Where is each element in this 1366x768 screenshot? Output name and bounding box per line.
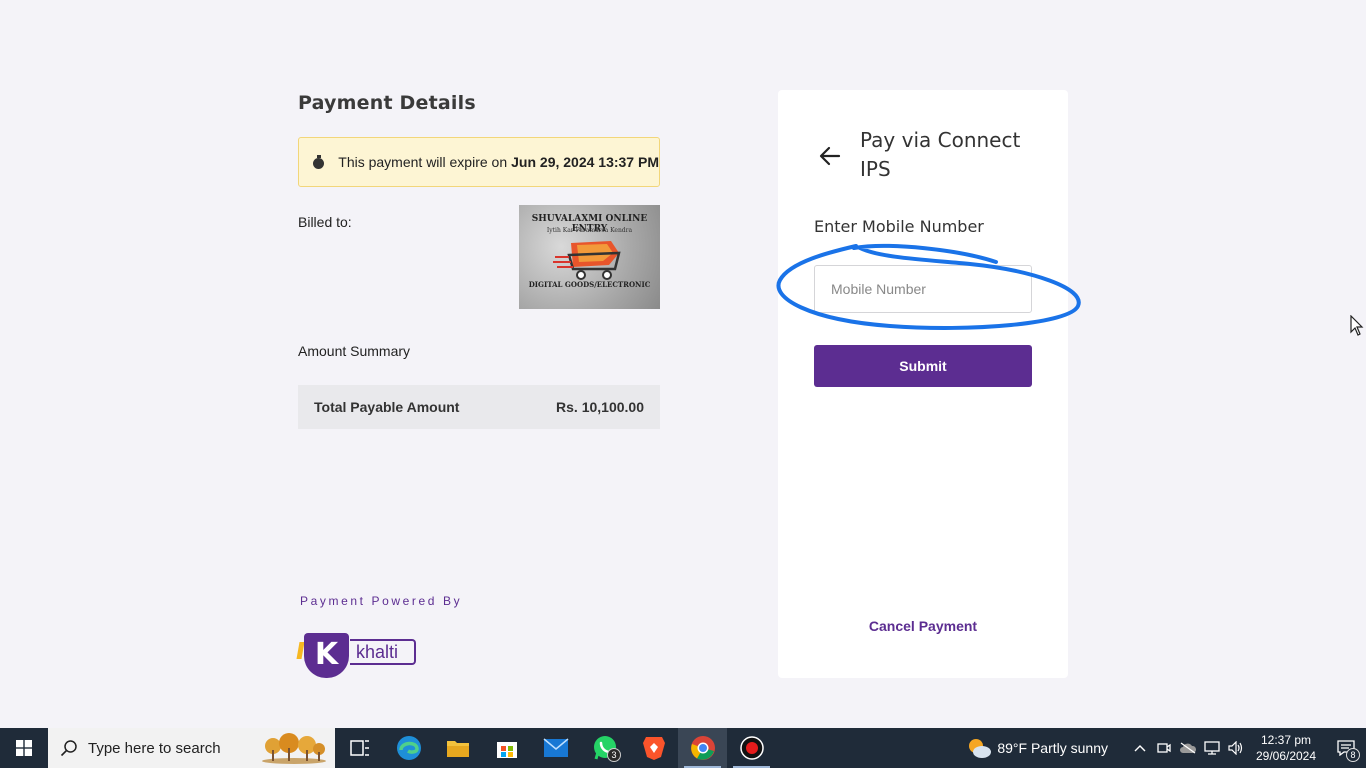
payment-page: Payment Details This payment will expire… [0,0,1366,728]
system-tray: 89°F Partly sunny 12:37 pm 29/06/2024 8 [967,728,1366,768]
record-icon [739,736,764,760]
mail-button[interactable] [531,728,580,768]
card-title: Pay via Connect IPS [860,128,1021,181]
taskbar-search[interactable]: Type here to search [48,728,335,768]
total-label: Total Payable Amount [314,399,460,415]
brave-icon [642,737,665,760]
start-button[interactable] [0,728,48,768]
clock-time: 12:37 pm [1260,733,1312,747]
show-hidden-icons-button[interactable] [1128,728,1152,768]
back-arrow-icon[interactable] [818,144,842,168]
total-value: Rs. 10,100.00 [556,399,644,415]
windows-icon [16,740,32,756]
weather-widget[interactable]: 89°F Partly sunny [967,737,1108,759]
camera-icon [1157,743,1171,753]
task-view-button[interactable] [335,728,384,768]
task-view-icon [349,740,369,756]
chevron-up-icon [1134,745,1146,752]
page-title: Payment Details [298,92,476,114]
total-payable-row: Total Payable Amount Rs. 10,100.00 [298,385,660,429]
taskbar: Type here to search 3 89°F Partly sunny … [0,728,1366,768]
notification-center-button[interactable]: 8 [1326,728,1366,768]
search-icon [60,740,77,757]
onedrive-button[interactable] [1176,728,1200,768]
chrome-icon [690,736,715,760]
khalti-wordmark: khalti [350,639,416,665]
submit-button[interactable]: Submit [814,345,1032,387]
notification-count: 8 [1346,748,1360,762]
billed-to-label: Billed to: [298,214,352,230]
volume-button[interactable] [1224,728,1248,768]
network-button[interactable] [1200,728,1224,768]
khalti-mark: K [304,633,349,678]
brave-button[interactable] [629,728,678,768]
stopwatch-icon [313,155,325,169]
connect-ips-card: Pay via Connect IPS Enter Mobile Number … [778,90,1068,678]
autumn-trees-icon [262,733,326,764]
folder-icon [446,741,469,757]
khalti-logo: K khalti [296,632,418,680]
network-icon [1204,741,1220,755]
mobile-number-label: Enter Mobile Number [814,217,984,236]
expiry-date: Jun 29, 2024 13:37 PM [511,154,659,170]
partly-sunny-icon [969,739,992,758]
edge-button[interactable] [384,728,433,768]
weather-text: 89°F Partly sunny [997,740,1108,756]
mouse-cursor-icon [1350,315,1364,336]
meet-now-button[interactable] [1152,728,1176,768]
mail-icon [543,738,568,757]
whatsapp-badge: 3 [607,748,621,762]
recorder-button[interactable] [727,728,776,768]
powered-by-label: Payment Powered By [300,594,463,608]
file-explorer-button[interactable] [433,728,482,768]
mobile-number-input[interactable] [814,265,1032,313]
store-icon [496,742,517,758]
merchant-logo-line3: DIGITAL GOODS/ELECTRONIC [528,280,651,289]
store-button[interactable] [482,728,531,768]
cancel-payment-link[interactable]: Cancel Payment [778,618,1068,634]
amount-summary-label: Amount Summary [298,343,411,359]
chrome-button[interactable] [678,728,727,768]
cloud-offline-icon [1180,742,1197,754]
cart-icon [553,241,621,280]
merchant-logo: SHUVALAXMI ONLINE ENTRY Iytih Kar Parama… [519,205,660,309]
expiry-text: This payment will expire on [338,154,508,170]
volume-icon [1228,741,1243,755]
clock[interactable]: 12:37 pm 29/06/2024 [1254,732,1318,764]
clock-date: 29/06/2024 [1255,749,1317,763]
edge-icon [396,736,421,760]
whatsapp-button[interactable]: 3 [580,728,629,768]
merchant-logo-line2: Iytih Kar Paramarsa Kendra [546,227,633,234]
expiry-banner: This payment will expire on Jun 29, 2024… [298,137,660,187]
search-placeholder: Type here to search [88,739,221,757]
